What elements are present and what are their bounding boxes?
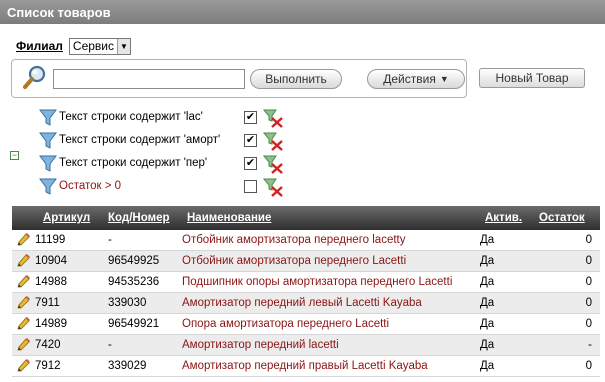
cell-name: Опора амортизатора переднего Lacetti	[182, 318, 390, 330]
chevron-down-icon[interactable]: ▼	[117, 38, 131, 54]
cell-article: 14989	[35, 318, 67, 330]
filter-text[interactable]: Остаток > 0	[59, 180, 121, 192]
filter-text[interactable]: Текст строки содержит 'lac'	[59, 111, 203, 123]
filter-checkbox[interactable]: ✔	[244, 157, 257, 170]
pencil-icon[interactable]	[15, 253, 31, 269]
actions-button-label: Действия	[383, 72, 436, 86]
filter-checkbox[interactable]	[244, 180, 257, 193]
page-title: Список товаров	[0, 0, 605, 24]
funnel-icon[interactable]	[38, 131, 58, 151]
table-body: 11199 - Отбойник амортизатора переднего la…	[12, 230, 600, 377]
branch-selector: Филиал Сервис ▼	[16, 37, 132, 55]
table-row: 10904 96549925 Отбойник амортизатора перед…	[12, 251, 600, 272]
branch-select[interactable]: Сервис ▼	[68, 37, 132, 55]
remove-filter-icon[interactable]	[263, 131, 285, 151]
pencil-icon[interactable]	[15, 295, 31, 311]
cell-code: -	[108, 234, 112, 246]
pencil-icon[interactable]	[15, 232, 31, 248]
funnel-icon[interactable]	[38, 154, 58, 174]
remove-filter-icon[interactable]	[263, 177, 285, 197]
filter-text[interactable]: Текст строки содержит 'аморт'	[59, 134, 220, 146]
cell-code: 96549925	[108, 255, 160, 267]
filter-row: Текст строки содержит 'аморт' ✔	[38, 131, 298, 151]
cell-article: 7912	[35, 360, 61, 372]
funnel-icon[interactable]	[38, 108, 58, 128]
search-panel: Выполнить Действия ▼	[11, 59, 467, 98]
cell-active: Да	[480, 255, 495, 267]
branch-label[interactable]: Филиал	[16, 39, 63, 53]
table-row: 7912 339029 Амортизатор передний правый La…	[12, 356, 600, 377]
cell-article: 10904	[35, 255, 67, 267]
cell-active: Да	[480, 234, 495, 246]
search-input[interactable]	[53, 69, 245, 89]
branch-select-value: Сервис	[72, 39, 115, 53]
search-icon	[23, 65, 46, 89]
cell-code: 339029	[108, 360, 147, 372]
filter-checkbox[interactable]: ✔	[244, 111, 257, 124]
filter-row: Текст строки содержит 'пер' ✔	[38, 154, 298, 174]
pencil-icon[interactable]	[15, 274, 31, 290]
cell-name: Отбойник амортизатора переднего Lacetti	[182, 255, 407, 267]
cell-active: Да	[480, 360, 495, 372]
new-item-button-label: Новый Товар	[495, 71, 569, 85]
actions-button[interactable]: Действия ▼	[367, 69, 465, 89]
cell-name: Амортизатор передний левый Lacetti Kayab…	[182, 297, 422, 309]
cell-name: Амортизатор передний lacetti	[182, 339, 339, 351]
column-header-active[interactable]: Актив.	[485, 212, 522, 224]
column-header-article[interactable]: Артикул	[43, 212, 90, 224]
funnel-icon[interactable]	[38, 177, 58, 197]
cell-code: -	[108, 339, 112, 351]
remove-filter-icon[interactable]	[263, 154, 285, 174]
column-header-code[interactable]: Код/Номер	[108, 212, 170, 224]
column-header-rest[interactable]: Остаток	[539, 212, 585, 224]
cell-active: Да	[480, 276, 495, 288]
cell-name: Отбойник амортизатора переднего lacetty	[182, 234, 406, 246]
cell-rest: 0	[585, 297, 592, 309]
cell-rest: 0	[585, 234, 592, 246]
cell-rest: 0	[585, 360, 592, 372]
cell-rest: 0	[585, 276, 592, 288]
cell-rest: -	[588, 339, 592, 351]
filter-row: Текст строки содержит 'lac' ✔	[38, 108, 298, 128]
column-header-name[interactable]: Наименование	[187, 212, 271, 224]
table-row: 14989 96549921 Опора амортизатора переднег…	[12, 314, 600, 335]
cell-rest: 0	[585, 318, 592, 330]
cell-name: Амортизатор передний правый Lacetti Kaya…	[182, 360, 428, 372]
cell-rest: 0	[585, 255, 592, 267]
cell-code: 96549921	[108, 318, 160, 330]
table-row: 7911 339030 Амортизатор передний левый Lac…	[12, 293, 600, 314]
new-item-button[interactable]: Новый Товар	[479, 68, 585, 88]
cell-active: Да	[480, 339, 495, 351]
table-row: 11199 - Отбойник амортизатора переднего la…	[12, 230, 600, 251]
cell-active: Да	[480, 318, 495, 330]
run-button[interactable]: Выполнить	[250, 69, 342, 89]
pencil-icon[interactable]	[15, 316, 31, 332]
cell-name: Подшипник опоры амортизатора переднего L…	[182, 276, 453, 288]
pencil-icon[interactable]	[15, 337, 31, 353]
run-button-label: Выполнить	[265, 72, 327, 86]
filter-text[interactable]: Текст строки содержит 'пер'	[59, 157, 207, 169]
table-header: Артикул Код/Номер Наименование Актив. Ос…	[12, 206, 600, 230]
collapse-icon[interactable]: −	[10, 151, 19, 160]
cell-article: 7911	[35, 297, 60, 309]
pencil-icon[interactable]	[15, 358, 31, 374]
remove-filter-icon[interactable]	[263, 108, 285, 128]
products-table: Артикул Код/Номер Наименование Актив. Ос…	[12, 206, 600, 377]
filter-checkbox[interactable]: ✔	[244, 134, 257, 147]
cell-code: 339030	[108, 297, 147, 309]
cell-code: 94535236	[108, 276, 160, 288]
table-row: 7420 - Амортизатор передний lacetti Да -	[12, 335, 600, 356]
table-row: 14988 94535236 Подшипник опоры амортизатор…	[12, 272, 600, 293]
cell-article: 14988	[35, 276, 67, 288]
chevron-down-icon: ▼	[439, 74, 449, 84]
cell-article: 11199	[35, 234, 66, 246]
filter-row: Остаток > 0	[38, 177, 298, 197]
cell-article: 7420	[35, 339, 61, 351]
cell-active: Да	[480, 297, 495, 309]
